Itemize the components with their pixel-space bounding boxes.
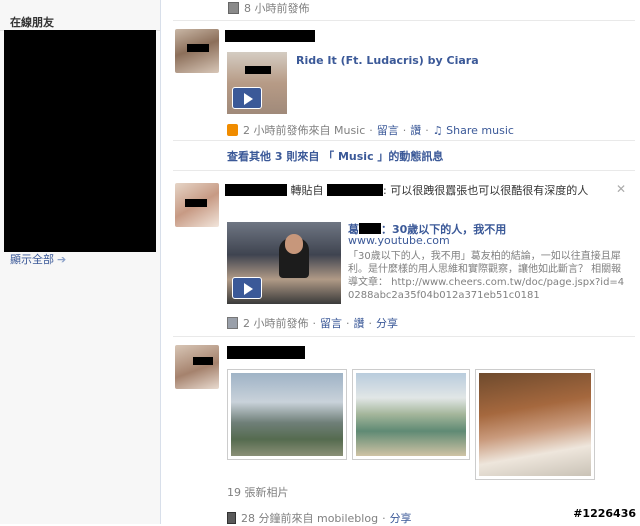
repost-label: 轉貼自 [290,184,324,197]
like-link[interactable]: 讚 [354,317,365,330]
news-feed: 8 小時前發佈 Ride It (Ft. Ludacris) by Ciara … [161,0,640,525]
video-app-icon [227,317,238,329]
divider [173,336,635,337]
more-stories-link[interactable]: 查看其他 3 則來自 「 Music 」的動態訊息 [227,148,443,164]
like-link[interactable]: 讚 [410,124,421,137]
music-post-meta: 2 小時前發佈來自 Music · 留言 · 讚 · ♫ Share music [227,122,514,138]
music-thumbnail[interactable] [227,52,287,114]
avatar-redaction [187,44,209,52]
avatar[interactable] [175,183,219,227]
divider [173,170,635,171]
redacted-text [359,223,381,234]
show-all-label: 顯示全部 [10,253,54,266]
redacted-name [225,184,287,196]
share-post-meta: 2 小時前發佈 · 留言 · 讚 · 分享 [227,315,398,331]
photo-thumbnail[interactable] [352,369,470,460]
post-message: : 可以很跩很囂張也可以很酷很有深度的人 [383,184,589,197]
avatar[interactable] [175,345,219,389]
photo-count-link[interactable]: 19 張新相片 [227,484,289,500]
divider [173,20,635,21]
share-link[interactable]: 分享 [390,512,412,525]
share-post-header: 轉貼自 : 可以很跩很囂張也可以很酷很有深度的人 [225,183,605,198]
share-link[interactable]: 分享 [376,317,398,330]
song-title-link[interactable]: Ride It (Ft. Ludacris) by Ciara [296,54,479,67]
video-thumbnail[interactable] [227,222,341,304]
music-app-icon [227,124,238,136]
link-domain[interactable]: www.youtube.com [348,234,450,247]
comment-link[interactable]: 留言 [320,317,342,330]
mobile-icon [227,512,236,524]
share-meta-time: 2 小時前發佈 [243,317,309,330]
share-music-link[interactable]: Share music [446,124,514,137]
avatar-redaction [185,199,207,207]
redacted-friends-list [4,30,156,252]
avatar-redaction [193,357,213,365]
thumbnail-redaction [245,66,271,74]
music-meta-time: 2 小時前發佈來自 Music [243,124,366,137]
online-friends-title: 在線朋友 [10,16,54,29]
sidebar: 在線朋友 顯示全部 ➔ [0,0,161,524]
photo-thumbnail[interactable] [475,369,595,480]
show-all-link[interactable]: 顯示全部 ➔ [10,251,66,267]
photo-meta-time: 28 分鐘前來自 mobileblog [241,512,379,525]
play-icon[interactable] [232,87,262,109]
redacted-name [225,30,315,42]
link-description: 「30歲以下的人，我不用」葛友柏的結論，一如以往直接且犀利。是什麼樣的用人思維和… [348,251,625,301]
top-post-meta: 8 小時前發佈 [228,0,310,16]
arrow-right-icon: ➔ [57,253,67,266]
music-note-icon: ♫ [432,124,447,137]
post-icon [228,2,239,14]
top-meta-time: 8 小時前發佈 [244,2,310,15]
redacted-name [327,184,383,196]
close-icon[interactable]: ✕ [616,182,626,196]
redacted-name [227,346,305,359]
watermark: #1226436 [573,507,636,520]
video-frame-face [285,234,303,254]
play-icon[interactable] [232,277,262,299]
photo-thumbnail[interactable] [227,369,347,460]
avatar[interactable] [175,29,219,73]
divider [173,140,635,141]
comment-link[interactable]: 留言 [377,124,399,137]
